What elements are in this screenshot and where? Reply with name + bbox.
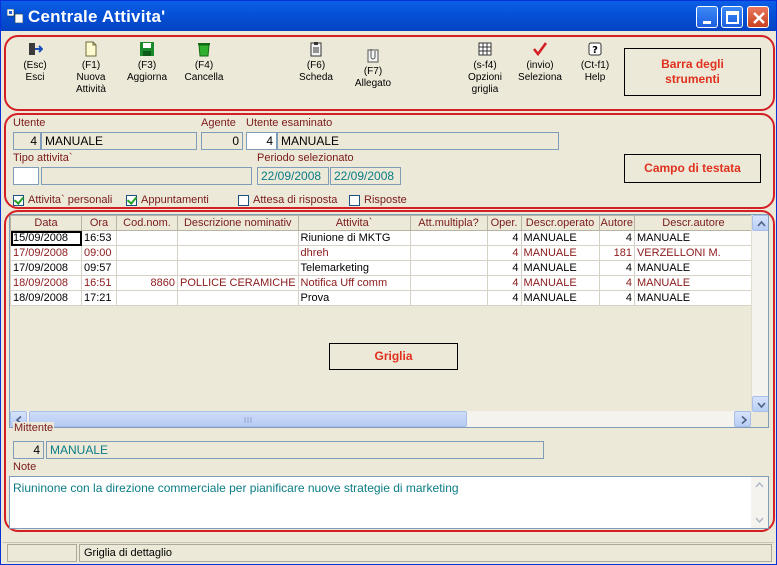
help-button[interactable]: ? (Ct-f1) Help <box>575 41 615 84</box>
toolbar-callout-text: Barra degli strumenti <box>661 57 724 86</box>
close-icon <box>753 12 765 24</box>
status-cell-main: Griglia di dettaglio <box>79 544 772 562</box>
exit-icon <box>29 43 43 55</box>
grid-options-button[interactable]: (s-f4) Opzioni griglia <box>462 41 508 96</box>
note-textarea[interactable]: Riuninone con la direzione commerciale p… <box>9 476 769 529</box>
select-key: (invio) <box>526 60 554 71</box>
esaminato-label: Utente esaminato <box>246 117 333 129</box>
note-scrollbar[interactable] <box>751 477 768 528</box>
update-label: Aggiorna <box>126 72 168 83</box>
appuntamenti-checkbox[interactable]: Appuntamenti <box>126 194 209 206</box>
status-cell-left <box>7 544 77 562</box>
note-text: Riuninone con la direzione commerciale p… <box>13 481 459 495</box>
attivita-personali-box[interactable] <box>13 194 24 206</box>
periodo-to-field[interactable]: 22/09/2008 <box>330 167 401 185</box>
attachment-button[interactable]: (F7) Allegato <box>350 47 396 90</box>
utente-name-field[interactable]: MANUALE <box>41 132 197 150</box>
minimize-icon <box>703 21 711 24</box>
exit-button[interactable]: (Esc) Esci <box>17 41 53 84</box>
new-document-icon <box>85 41 97 57</box>
tipo-attivita-desc-field[interactable] <box>41 167 252 185</box>
trash-icon <box>198 43 210 57</box>
attesa-risposta-label: Attesa di risposta <box>253 194 338 206</box>
toolbar-callout: Barra degli strumenti <box>624 48 761 96</box>
help-label: Help <box>584 72 606 83</box>
risposte-box[interactable] <box>349 194 360 206</box>
close-button[interactable] <box>747 6 769 28</box>
attachment-icon <box>367 49 379 63</box>
risposte-checkbox[interactable]: Risposte <box>349 194 407 206</box>
save-icon <box>140 42 154 56</box>
update-button[interactable]: (F3) Aggiorna <box>122 41 172 84</box>
esaminato-name-field[interactable]: MANUALE <box>277 132 559 150</box>
header-callout-text: Campo di testata <box>644 161 741 175</box>
attivita-personali-checkbox[interactable]: Attivita` personali <box>13 194 112 206</box>
grid-options-key: (s-f4) <box>473 60 497 71</box>
periodo-label: Periodo selezionato <box>257 152 354 164</box>
help-icon: ? <box>588 42 602 56</box>
card-label: Scheda <box>299 72 333 83</box>
select-label: Seleziona <box>518 72 562 83</box>
appuntamenti-box[interactable] <box>126 194 137 206</box>
attachment-label: Allegato <box>354 78 392 89</box>
card-key: (F6) <box>306 60 326 71</box>
card-button[interactable]: (F6) Scheda <box>294 41 338 84</box>
grid-callout-text: Griglia <box>374 349 413 363</box>
tipo-attivita-label: Tipo attivita` <box>13 152 73 164</box>
maximize-button[interactable] <box>721 6 743 28</box>
maximize-icon <box>726 11 739 24</box>
mittente-code-field[interactable]: 4 <box>13 441 44 459</box>
note-scroll-arrows-icon <box>755 481 764 524</box>
svg-text:?: ? <box>592 45 598 56</box>
grid-callout: Griglia <box>329 343 458 370</box>
grid-options-icon <box>478 42 492 56</box>
attesa-risposta-box[interactable] <box>238 194 249 206</box>
new-activity-button[interactable]: (F1) Nuova Attività <box>69 41 113 96</box>
minimize-button[interactable] <box>696 6 718 28</box>
app-icon <box>7 9 23 23</box>
periodo-from-field[interactable]: 22/09/2008 <box>257 167 329 185</box>
new-activity-key: (F1) <box>81 60 101 71</box>
note-label: Note <box>13 461 37 473</box>
attachment-key: (F7) <box>363 66 383 77</box>
header-callout: Campo di testata <box>624 154 761 183</box>
help-key: (Ct-f1) <box>580 60 610 71</box>
new-activity-label: Nuova Attività <box>75 72 106 95</box>
select-button[interactable]: (invio) Seleziona <box>514 41 566 84</box>
mittente-label: Mittente <box>13 422 55 434</box>
grid-options-label: Opzioni griglia <box>468 72 502 95</box>
title-bar[interactable]: Centrale Attivita' <box>1 1 776 31</box>
clipboard-icon <box>310 42 322 57</box>
main-window: Centrale Attivita' (Esc) Esci (F1) Nuova… <box>0 0 777 565</box>
delete-label: Cancella <box>184 72 224 83</box>
utente-label: Utente <box>13 117 46 129</box>
attesa-risposta-checkbox[interactable]: Attesa di risposta <box>238 194 337 206</box>
utente-code-field[interactable]: 4 <box>13 132 41 150</box>
agente-label: Agente <box>201 117 236 129</box>
delete-key: (F4) <box>194 60 214 71</box>
attivita-personali-label: Attivita` personali <box>28 194 113 206</box>
delete-button[interactable]: (F4) Cancella <box>180 41 228 84</box>
checkmark-icon <box>532 42 548 57</box>
tipo-attivita-code-field[interactable] <box>13 167 39 185</box>
update-key: (F3) <box>137 60 157 71</box>
window-title: Centrale Attivita' <box>28 7 166 26</box>
exit-key: (Esc) <box>23 60 47 71</box>
exit-label: Esci <box>25 72 45 83</box>
mittente-name-field[interactable]: MANUALE <box>46 441 544 459</box>
appuntamenti-label: Appuntamenti <box>141 194 209 206</box>
esaminato-code-field[interactable]: 4 <box>246 132 277 150</box>
status-bar: Griglia di dettaglio <box>3 542 774 562</box>
risposte-label: Risposte <box>364 194 407 206</box>
agente-field[interactable]: 0 <box>201 132 243 150</box>
